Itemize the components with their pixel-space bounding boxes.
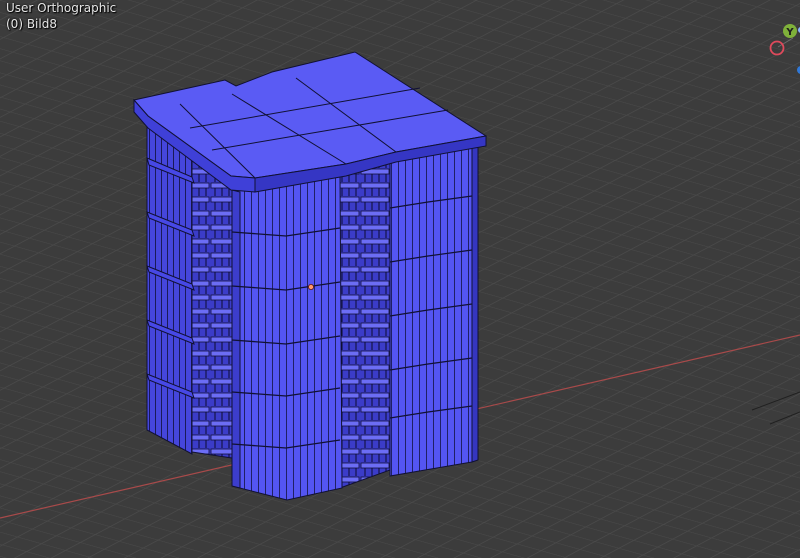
3d-viewport[interactable]: Y User Orthographic (0) Bild8 [0, 0, 800, 558]
gizmo-y-axis-button[interactable]: Y [783, 24, 797, 38]
active-object-label: (0) Bild8 [6, 17, 57, 31]
view-mode-label: User Orthographic [6, 1, 117, 15]
object-origin-dot[interactable] [307, 283, 314, 290]
gizmo-y-label: Y [785, 27, 794, 38]
building-mesh[interactable] [133, 51, 488, 501]
scene-canvas[interactable] [0, 0, 800, 558]
